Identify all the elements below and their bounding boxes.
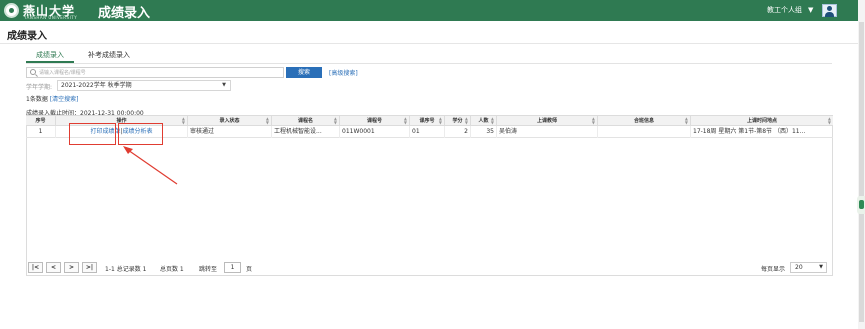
goto-label: 跳转至	[199, 266, 218, 273]
cell-teacher: 吴伯涛	[497, 126, 598, 138]
column-header-course-name-label: 课程名	[297, 118, 313, 124]
page-size-label: 每页显示	[761, 266, 786, 273]
column-header-teacher[interactable]: 上课教师 ▲ ▼	[497, 116, 598, 126]
chevron-down-icon: ▼	[819, 264, 823, 270]
column-header-teacher-label: 上课教师	[536, 118, 557, 124]
sort-icon[interactable]: ▲ ▼	[491, 117, 494, 125]
column-header-students[interactable]: 人数 ▲ ▼	[471, 116, 497, 126]
cell-merged	[598, 126, 691, 138]
column-header-merged-label: 合班信息	[633, 118, 654, 124]
tab-divider	[26, 63, 832, 64]
role-dropdown[interactable]: 教工个人组 ▼	[763, 4, 817, 17]
term-select[interactable]: 2021-2022学年 秋季学期 ▼	[57, 80, 231, 91]
column-header-section[interactable]: 课序号 ▲ ▼	[410, 116, 445, 126]
scrollbar-thumb[interactable]	[859, 22, 864, 322]
column-header-credit[interactable]: 学分 ▲ ▼	[445, 116, 471, 126]
chevron-down-icon: ▼	[222, 82, 226, 88]
sort-icon[interactable]: ▲ ▼	[439, 117, 442, 125]
next-page-button[interactable]: >	[64, 262, 79, 273]
page-size-select[interactable]: 20 ▼	[790, 262, 827, 273]
cell-credit: 2	[445, 126, 471, 138]
cell-schedule: 17-18周 星期六 第1节-第8节 （西）11...	[693, 128, 806, 135]
cell-status: 审核通过	[188, 126, 272, 138]
search-button[interactable]: 搜索	[286, 67, 322, 78]
pagination: |< < > >| 1-1 总记录数 1 总页数 1 跳转至 1 页 每页显示 …	[26, 260, 833, 276]
sort-icon[interactable]: ▲ ▼	[465, 117, 468, 125]
record-count: 1条数据	[26, 96, 48, 103]
last-page-button[interactable]: >|	[82, 262, 97, 273]
first-page-button[interactable]: |<	[28, 262, 43, 273]
term-label: 学年学期:	[26, 84, 53, 91]
advanced-search-link[interactable]: [高级搜索]	[329, 68, 358, 77]
sort-icon[interactable]: ▲ ▼	[334, 117, 337, 125]
column-header-course-no[interactable]: 课程号 ▲ ▼	[340, 116, 410, 126]
clear-search-link[interactable]: [清空搜索]	[50, 96, 79, 103]
column-header-status[interactable]: 录入状态 ▲ ▼	[188, 116, 272, 126]
role-label: 教工个人组	[767, 6, 802, 14]
annotation-box-print	[69, 123, 116, 145]
page-size-value: 20	[795, 264, 803, 271]
prev-page-button[interactable]: <	[46, 262, 61, 273]
sort-icon[interactable]: ▲ ▼	[685, 117, 688, 125]
cell-course-no: 011W0001	[340, 126, 410, 138]
column-header-index: 序号	[26, 116, 56, 126]
sort-icon[interactable]: ▲ ▼	[404, 117, 407, 125]
column-header-schedule[interactable]: 上课时间地点 ▲ ▼	[691, 116, 833, 126]
sort-icon[interactable]: ▲ ▼	[182, 117, 185, 125]
column-header-schedule-label: 上课时间地点	[746, 118, 777, 124]
column-header-section-label: 课序号	[419, 118, 435, 124]
search-box	[26, 67, 284, 78]
university-subtitle: YANSHAN UNIVERSITY	[24, 15, 78, 20]
column-header-merged[interactable]: 合班信息 ▲ ▼	[598, 116, 691, 126]
cell-section: 01	[410, 126, 445, 138]
search-icon	[30, 69, 36, 75]
sort-icon[interactable]: ▲ ▼	[266, 117, 269, 125]
page-number-input[interactable]: 1	[224, 262, 241, 273]
sort-icon[interactable]: ▲ ▼	[828, 117, 831, 125]
caret-down-icon: ▼	[808, 6, 814, 14]
sort-icon[interactable]: ▲ ▼	[592, 117, 595, 125]
term-value: 2021-2022学年 秋季学期	[61, 82, 132, 89]
total-pages: 总页数 1	[160, 266, 184, 273]
tab-makeup-entry[interactable]: 补考成绩录入	[88, 50, 130, 60]
top-bar: 燕山大学 YANSHAN UNIVERSITY 成绩录入 教工个人组 ▼	[0, 0, 865, 21]
column-header-course-no-label: 课程号	[366, 118, 382, 124]
column-header-status-label: 录入状态	[219, 118, 240, 124]
divider	[0, 43, 858, 44]
record-summary: 1-1 总记录数 1	[105, 266, 147, 273]
tab-grade-entry[interactable]: 成绩录入	[36, 50, 64, 60]
cell-course-name: 工程机械智能设...	[272, 126, 340, 138]
column-header-credit-label: 学分	[452, 118, 463, 124]
page-unit: 页	[246, 266, 253, 273]
search-input[interactable]	[39, 68, 279, 77]
column-header-course-name[interactable]: 课程名 ▲ ▼	[272, 116, 340, 126]
result-count: 1条数据 [清空搜索]	[26, 94, 78, 103]
side-tool-icon[interactable]	[857, 196, 865, 214]
university-logo	[4, 3, 19, 18]
avatar[interactable]	[822, 4, 837, 17]
page-title: 成绩录入	[7, 31, 47, 42]
cell-students: 35	[471, 126, 497, 138]
cell-index: 1	[26, 126, 56, 138]
column-header-students-label: 人数	[478, 118, 489, 124]
annotation-box-analysis	[118, 123, 163, 145]
app-title: 成绩录入	[98, 6, 151, 21]
